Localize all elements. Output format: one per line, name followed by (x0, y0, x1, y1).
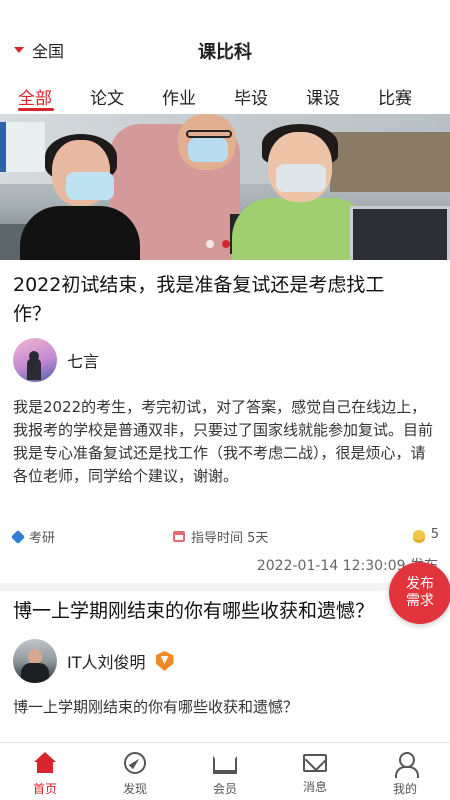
crown-icon (213, 756, 237, 774)
nav-discover-label: 发现 (122, 782, 147, 796)
app-title: 课比科 (198, 42, 252, 63)
post-meta: 考研 指导时间 5天 5 (10, 527, 439, 547)
nav-messages-label: 消息 (302, 780, 327, 794)
post-body[interactable]: 博一上学期刚结束的你有哪些收获和遗憾？ (13, 696, 439, 719)
nav-member-label: 会员 (212, 782, 237, 796)
user-icon (393, 752, 419, 778)
nav-home[interactable]: 首页 (0, 743, 90, 800)
coin-reward: 5 (412, 527, 439, 542)
guide-time-label: 指导时间 5天 (191, 531, 269, 546)
person-student-right-mask (276, 164, 326, 192)
active-tab-indicator (18, 108, 54, 111)
fab-label-line2: 需求 (406, 593, 434, 609)
tab-papers[interactable]: 论文 (90, 84, 124, 109)
carousel-indicator (206, 240, 230, 248)
tag-icon (10, 529, 26, 544)
nav-messages[interactable]: 消息 (270, 743, 360, 800)
post-title[interactable]: 博一上学期刚结束的你有哪些收获和遗憾？ (13, 597, 413, 626)
coin-icon (412, 529, 425, 540)
vip-badge-icon (155, 651, 174, 671)
guide-time: 指导时间 5天 (173, 527, 268, 546)
person-teacher-mask (188, 138, 228, 162)
tab-competition[interactable]: 比赛 (378, 84, 412, 109)
tab-graduation-project[interactable]: 毕设 (234, 84, 268, 109)
banner-poster (0, 122, 45, 172)
post-title[interactable]: 2022初试结束，我是准备复试还是考虑找工作？ (13, 271, 413, 329)
nav-profile-label: 我的 (392, 782, 417, 796)
nav-member[interactable]: 会员 (180, 743, 270, 800)
nav-home-label: 首页 (32, 782, 57, 796)
avatar-figure (27, 358, 41, 380)
coin-count: 5 (430, 527, 439, 542)
person-student-left-mask (66, 172, 114, 200)
banner-carousel[interactable] (0, 114, 450, 260)
tab-course-design[interactable]: 课设 (306, 84, 340, 109)
post-tag-label: 考研 (29, 531, 56, 546)
post-author-row[interactable]: 七言 (13, 338, 99, 382)
author-name[interactable]: IT人刘俊明 (67, 649, 146, 673)
tab-all[interactable]: 全部 (18, 84, 52, 109)
post-body[interactable]: 我是2022的考生，考完初试，对了答案，感觉自己在线边上，我报考的学校是普通双非… (13, 396, 439, 488)
author-name[interactable]: 七言 (67, 348, 99, 372)
top-header: 全国 课比科 (0, 0, 450, 72)
fab-label-line1: 发布 (406, 576, 434, 592)
category-tabs: 全部 论文 作业 毕设 课设 比赛 (0, 80, 450, 114)
carousel-dot[interactable] (206, 240, 214, 248)
mail-icon (303, 754, 327, 772)
person-teacher-glasses (186, 130, 232, 138)
home-icon (33, 752, 57, 774)
banner-laptop (350, 206, 450, 260)
avatar[interactable] (13, 639, 57, 683)
nav-profile[interactable]: 我的 (360, 743, 450, 800)
carousel-dot-active[interactable] (222, 240, 230, 248)
avatar-figure (21, 663, 49, 683)
post-tag[interactable]: 考研 (10, 527, 56, 546)
nav-discover[interactable]: 发现 (90, 743, 180, 800)
tab-homework[interactable]: 作业 (162, 84, 196, 109)
post-divider (0, 583, 450, 591)
bottom-nav: 首页 发现 会员 消息 我的 (0, 742, 450, 800)
person-student-left-body (20, 206, 140, 260)
post-author-row[interactable]: IT人刘俊明 (13, 639, 174, 683)
compass-icon (124, 752, 146, 774)
calendar-icon (173, 531, 185, 542)
app-screen: 全国 课比科 全部 论文 作业 毕设 课设 比赛 2022初试结束，我是准备复试… (0, 0, 450, 800)
avatar[interactable] (13, 338, 57, 382)
banner-shelf (330, 132, 450, 192)
publish-request-button[interactable]: 发布 需求 (389, 562, 450, 624)
